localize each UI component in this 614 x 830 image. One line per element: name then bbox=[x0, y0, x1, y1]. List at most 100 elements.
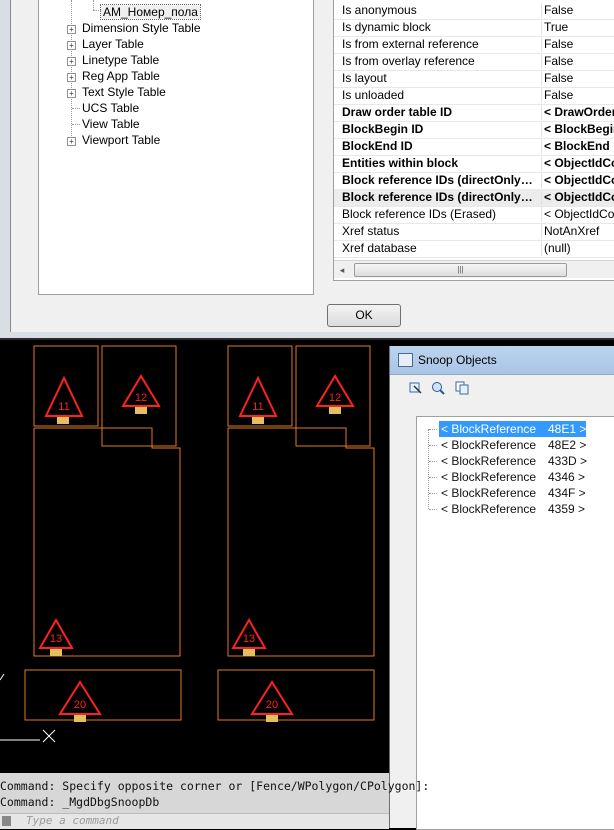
property-name: Entities within block bbox=[342, 156, 459, 170]
property-row[interactable]: Xref database (null) bbox=[334, 240, 614, 258]
list-item[interactable]: < BlockReference 48E1 > bbox=[417, 421, 614, 437]
expand-icon[interactable]: + bbox=[67, 57, 76, 66]
tree-item-reg-app-table[interactable]: Reg App Table bbox=[82, 68, 160, 84]
list-item[interactable]: < BlockReference 4359 > bbox=[417, 501, 614, 517]
tree-connector bbox=[429, 493, 437, 494]
tree-connector bbox=[93, 10, 101, 11]
room-tag[interactable]: 11 bbox=[44, 375, 84, 424]
command-input[interactable]: Type a command bbox=[0, 813, 389, 829]
property-row[interactable]: Block reference IDs (Erased) < ObjectIdCo… bbox=[334, 206, 614, 224]
tree-item-label: Viewport Table bbox=[82, 133, 161, 147]
object-handle: 48E2 > bbox=[548, 438, 587, 452]
room-tag[interactable]: 13 bbox=[38, 617, 74, 656]
room-number: 12 bbox=[329, 392, 341, 404]
copy-icon[interactable] bbox=[454, 380, 470, 396]
room-tag-base-icon bbox=[135, 407, 147, 414]
tree-item-layer-table[interactable]: Layer Table bbox=[82, 36, 144, 52]
database-tree[interactable]: АМ_Номер_пола + Dimension Style Table + … bbox=[38, 0, 314, 295]
room-number: 13 bbox=[243, 633, 255, 645]
property-row[interactable]: Is unloaded False bbox=[334, 87, 614, 105]
tree-connector bbox=[93, 0, 94, 10]
horizontal-scrollbar[interactable]: ◂ ||| bbox=[334, 260, 614, 278]
snoop-object-tree[interactable]: < BlockReference 48E1 > < BlockReference… bbox=[416, 416, 614, 830]
property-name: BlockEnd ID bbox=[342, 139, 413, 153]
property-row[interactable]: BlockEnd ID < BlockEnd bbox=[334, 138, 614, 156]
tree-item-label: Text Style Table bbox=[82, 85, 166, 99]
property-row[interactable]: Draw order table ID < DrawOrderTable bbox=[334, 104, 614, 122]
tree-item-linetype-table[interactable]: Linetype Table bbox=[82, 52, 159, 68]
property-name: Is anonymous bbox=[342, 3, 417, 17]
tree-item-label: АМ_Номер_пола bbox=[100, 4, 201, 20]
room-outline bbox=[24, 669, 182, 721]
property-value: False bbox=[541, 71, 614, 86]
property-row[interactable]: Block reference IDs (directOnly = true) <… bbox=[334, 172, 614, 190]
property-name: Is from overlay reference bbox=[342, 54, 475, 68]
object-type: < BlockReference bbox=[441, 454, 537, 468]
properties-grid: Is anonymous False Is dynamic block True I… bbox=[333, 0, 614, 281]
object-handle: 4359 > bbox=[548, 502, 586, 516]
expand-icon[interactable]: + bbox=[67, 41, 76, 50]
scroll-left-arrow-icon[interactable]: ◂ bbox=[336, 264, 348, 276]
expand-icon[interactable]: + bbox=[67, 137, 76, 146]
property-name: Block reference IDs (directOnly = false) bbox=[342, 190, 534, 204]
tree-item-selected-block[interactable]: АМ_Номер_пола bbox=[100, 4, 201, 20]
property-name: BlockBegin ID bbox=[342, 122, 424, 136]
tree-item-viewport-table[interactable]: Viewport Table bbox=[82, 132, 160, 148]
expand-icon[interactable]: + bbox=[67, 89, 76, 98]
tree-connector bbox=[429, 477, 437, 478]
room-tag[interactable]: 20 bbox=[250, 680, 294, 722]
list-item[interactable]: < BlockReference 433D > bbox=[417, 453, 614, 469]
property-name: Draw order table ID bbox=[342, 105, 453, 119]
drawing-canvas[interactable]: 11 12 13 20 11 12 13 20 bbox=[0, 340, 389, 773]
property-row[interactable]: BlockBegin ID < BlockBegin bbox=[334, 121, 614, 139]
room-tag[interactable]: 12 bbox=[121, 374, 161, 414]
property-row[interactable]: Is from overlay reference False bbox=[334, 53, 614, 71]
snoop-objects-window: Snoop Objects < BlockReference 48E1 > < … bbox=[389, 346, 614, 830]
room-tag[interactable]: 12 bbox=[315, 374, 355, 414]
property-value: < BlockEnd bbox=[541, 139, 614, 154]
ok-button[interactable]: OK bbox=[327, 304, 401, 327]
property-row[interactable]: Is dynamic block True bbox=[334, 19, 614, 37]
scroll-thumb[interactable]: ||| bbox=[354, 263, 567, 277]
tree-item-view-table[interactable]: View Table bbox=[82, 116, 140, 132]
property-row[interactable]: Xref status NotAnXref bbox=[334, 223, 614, 241]
property-value: False bbox=[541, 3, 614, 18]
expand-icon[interactable]: + bbox=[67, 73, 76, 82]
object-type: < BlockReference bbox=[441, 470, 537, 484]
property-name: Xref status bbox=[342, 224, 400, 238]
tree-item-text-style-table[interactable]: Text Style Table bbox=[82, 84, 166, 100]
room-outline bbox=[227, 345, 293, 427]
snoop-selection-icon[interactable] bbox=[408, 380, 424, 396]
property-value: True bbox=[541, 20, 614, 35]
command-prompt-icon[interactable] bbox=[2, 816, 11, 826]
snoop-titlebar[interactable]: Snoop Objects bbox=[390, 346, 614, 375]
property-row[interactable]: Is from external reference False bbox=[334, 36, 614, 54]
expand-icon[interactable]: + bbox=[67, 25, 76, 34]
properties-dialog: АМ_Номер_пола + Dimension Style Table + … bbox=[0, 0, 614, 340]
property-row[interactable]: Block reference IDs (directOnly = false)… bbox=[334, 189, 614, 207]
list-item[interactable]: < BlockReference 4346 > bbox=[417, 469, 614, 485]
property-value: < ObjectIdCollection bbox=[541, 156, 614, 171]
ucs-cursor-icon bbox=[0, 673, 56, 743]
property-value: (null) bbox=[541, 241, 614, 256]
list-item[interactable]: < BlockReference 434F > bbox=[417, 485, 614, 501]
tree-item-dimension-style-table[interactable]: Dimension Style Table bbox=[82, 20, 201, 36]
object-handle: 4346 > bbox=[548, 470, 586, 484]
property-row[interactable]: Is layout False bbox=[334, 70, 614, 88]
room-number: 13 bbox=[50, 633, 62, 645]
property-row[interactable]: Entities within block < ObjectIdCollectio… bbox=[334, 155, 614, 173]
property-row[interactable]: Is anonymous False bbox=[334, 2, 614, 20]
room-tag[interactable]: 20 bbox=[58, 680, 102, 722]
tree-item-ucs-table[interactable]: UCS Table bbox=[82, 100, 139, 116]
room-number: 12 bbox=[135, 392, 147, 404]
tree-connector bbox=[429, 445, 437, 446]
room-tag[interactable]: 11 bbox=[238, 375, 278, 424]
property-value: < ObjectIdCollection bbox=[541, 190, 614, 205]
list-item[interactable]: < BlockReference 48E2 > bbox=[417, 437, 614, 453]
room-outline bbox=[33, 345, 99, 427]
property-name: Block reference IDs (Erased) bbox=[342, 207, 497, 221]
command-placeholder: Type a command bbox=[26, 814, 119, 827]
search-icon[interactable] bbox=[430, 380, 446, 396]
room-tag[interactable]: 13 bbox=[231, 617, 267, 656]
object-type: < BlockReference bbox=[441, 502, 537, 516]
